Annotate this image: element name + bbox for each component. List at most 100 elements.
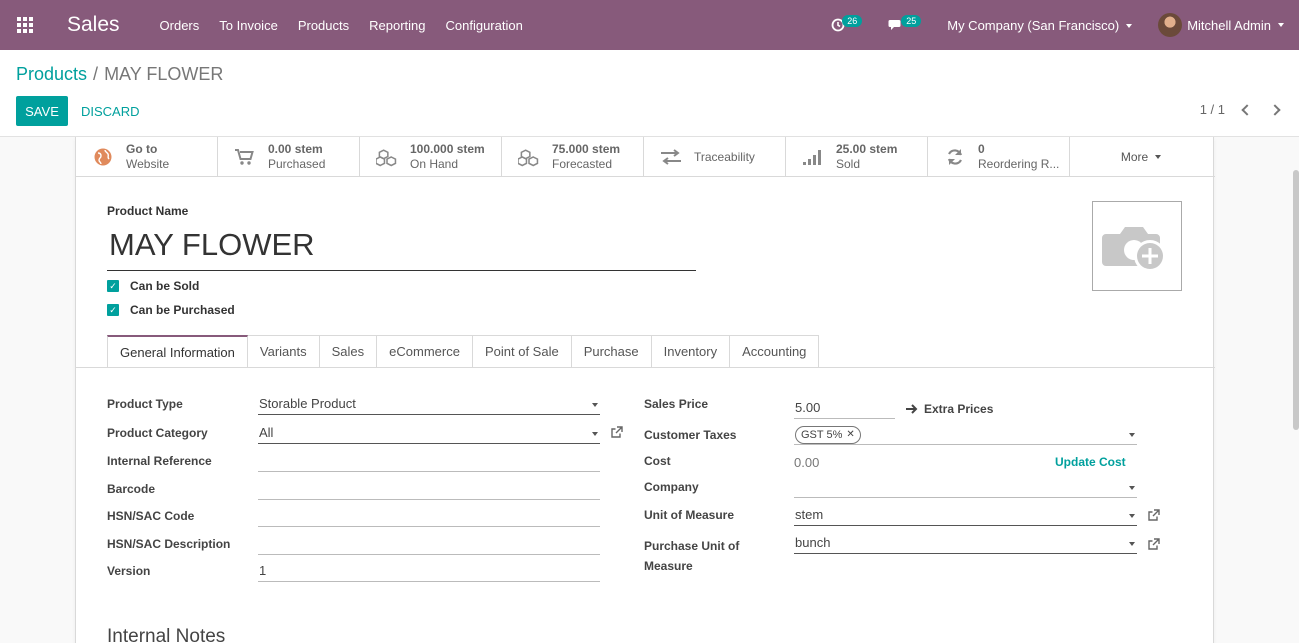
- sales-price-input[interactable]: 5.00: [794, 397, 895, 419]
- app-name[interactable]: Sales: [67, 13, 120, 37]
- extra-prices-button[interactable]: Extra Prices: [906, 402, 993, 416]
- tab-sales[interactable]: Sales: [319, 335, 378, 367]
- internal-reference-input[interactable]: [258, 450, 600, 472]
- unit-of-measure-select[interactable]: stem: [794, 504, 1137, 526]
- on-hand-button[interactable]: 100.000 stem On Hand: [360, 137, 502, 177]
- caret-down-icon: [1155, 155, 1162, 159]
- menu-configuration[interactable]: Configuration: [446, 18, 523, 33]
- product-category-label: Product Category: [107, 426, 208, 440]
- discard-button[interactable]: DISCARD: [81, 96, 140, 126]
- pager-previous-icon[interactable]: [1241, 103, 1253, 116]
- unit-of-measure-label: Unit of Measure: [644, 508, 735, 522]
- caret-down-icon: [1129, 486, 1135, 490]
- version-input[interactable]: 1: [258, 560, 600, 582]
- tab-inventory[interactable]: Inventory: [651, 335, 731, 367]
- stat-label: Purchased: [268, 157, 326, 171]
- tab-accounting[interactable]: Accounting: [730, 335, 820, 367]
- messages-button[interactable]: 25: [888, 15, 922, 32]
- notebook-tabs: General Information Variants Sales eComm…: [107, 335, 820, 367]
- save-button[interactable]: SAVE: [16, 96, 68, 126]
- product-name-label: Product Name: [107, 204, 189, 218]
- barcode-input[interactable]: [258, 478, 600, 500]
- checkbox-checked-icon[interactable]: ✓: [107, 304, 119, 316]
- purchase-uom-label-line-2: Measure: [644, 559, 693, 573]
- camera-plus-icon: [1102, 227, 1166, 272]
- update-cost-button[interactable]: Update Cost: [1055, 455, 1126, 469]
- hsn-sac-description-input[interactable]: [258, 533, 600, 555]
- can-be-purchased-label: Can be Purchased: [130, 303, 235, 317]
- external-link-icon[interactable]: [610, 426, 623, 439]
- apps-menu-icon[interactable]: [0, 0, 50, 50]
- globe-icon: [94, 148, 112, 166]
- product-category-select[interactable]: All: [258, 422, 600, 444]
- external-link-icon[interactable]: [1147, 509, 1160, 522]
- can-be-purchased-checkbox-row[interactable]: ✓ Can be Purchased: [107, 303, 235, 317]
- cart-icon: [235, 149, 254, 165]
- caret-down-icon: [592, 403, 598, 407]
- exchange-icon: [661, 149, 681, 165]
- product-image-upload[interactable]: [1092, 201, 1182, 291]
- company-name: My Company (San Francisco): [947, 17, 1120, 33]
- breadcrumb-current: MAY FLOWER: [104, 64, 224, 84]
- stat-value: 0.00 stem: [268, 142, 323, 156]
- can-be-sold-label: Can be Sold: [130, 279, 200, 293]
- arrow-right-icon: [906, 404, 918, 414]
- internal-reference-label: Internal Reference: [107, 454, 212, 468]
- customer-taxes-field[interactable]: GST 5% ✕: [794, 423, 1137, 445]
- pager-next-icon[interactable]: [1269, 103, 1281, 116]
- hsn-sac-code-input[interactable]: [258, 505, 600, 527]
- caret-down-icon: [1126, 24, 1133, 29]
- stat-value: 100.000 stem: [410, 142, 485, 156]
- reordering-rules-button[interactable]: 0 Reordering R...: [928, 137, 1070, 177]
- tab-general-information[interactable]: General Information: [107, 335, 248, 367]
- menu-orders[interactable]: Orders: [160, 18, 200, 33]
- tab-variants[interactable]: Variants: [247, 335, 320, 367]
- smart-button-box: Go to Website 0.00 stem Purchased 100.000 …: [76, 137, 1215, 177]
- scrollbar[interactable]: [1293, 170, 1299, 430]
- pager-value[interactable]: 1 / 1: [1200, 102, 1225, 117]
- version-label: Version: [107, 564, 151, 578]
- external-link-icon[interactable]: [1147, 538, 1160, 551]
- tab-ecommerce[interactable]: eCommerce: [377, 335, 473, 367]
- stat-value: 75.000 stem: [552, 142, 621, 156]
- cost-label: Cost: [644, 454, 671, 468]
- tax-tag: GST 5% ✕: [795, 426, 861, 444]
- purchased-button[interactable]: 0.00 stem Purchased: [218, 137, 360, 177]
- menu-reporting[interactable]: Reporting: [369, 18, 425, 33]
- activity-badge: 26: [842, 15, 863, 27]
- unit-of-measure-value: stem: [795, 507, 824, 522]
- customer-taxes-label: Customer Taxes: [644, 428, 737, 442]
- user-menu[interactable]: Mitchell Admin: [1158, 13, 1284, 37]
- company-select[interactable]: [794, 476, 1137, 498]
- sold-button[interactable]: 25.00 stem Sold: [786, 137, 928, 177]
- hsn-sac-code-label: HSN/SAC Code: [107, 509, 195, 523]
- stat-label: Website: [126, 157, 170, 171]
- menu-products[interactable]: Products: [298, 18, 349, 33]
- caret-down-icon: [1278, 23, 1284, 27]
- breadcrumb-products[interactable]: Products: [16, 64, 87, 84]
- traceability-button[interactable]: Traceability: [644, 137, 786, 177]
- purchase-uom-label: Purchase Unit of Measure: [644, 536, 739, 576]
- checkbox-checked-icon[interactable]: ✓: [107, 280, 119, 292]
- product-type-label: Product Type: [107, 397, 183, 411]
- go-to-website-button[interactable]: Go to Website: [76, 137, 218, 177]
- stat-label: Traceability: [694, 149, 755, 164]
- avatar: [1158, 13, 1183, 37]
- caret-down-icon: [592, 432, 598, 436]
- company-label: Company: [644, 480, 699, 494]
- more-button[interactable]: More: [1070, 137, 1212, 177]
- menu-to-invoice[interactable]: To Invoice: [219, 18, 278, 33]
- cost-value: 0.00: [794, 455, 820, 470]
- purchase-uom-select[interactable]: bunch: [794, 532, 1137, 554]
- product-type-select[interactable]: Storable Product: [258, 393, 600, 415]
- control-panel: Products / MAY FLOWER SAVE DISCARD 1 / 1: [0, 50, 1299, 137]
- product-name-input[interactable]: MAY FLOWER: [107, 225, 696, 271]
- company-switcher[interactable]: My Company (San Francisco): [947, 17, 1133, 33]
- can-be-sold-checkbox-row[interactable]: ✓ Can be Sold: [107, 279, 199, 293]
- stat-label: Reordering R...: [978, 157, 1060, 171]
- activity-button[interactable]: 26: [831, 15, 863, 32]
- tab-purchase[interactable]: Purchase: [571, 335, 652, 367]
- tab-point-of-sale[interactable]: Point of Sale: [472, 335, 572, 367]
- forecasted-button[interactable]: 75.000 stem Forecasted: [502, 137, 644, 177]
- remove-tag-icon[interactable]: ✕: [846, 424, 854, 446]
